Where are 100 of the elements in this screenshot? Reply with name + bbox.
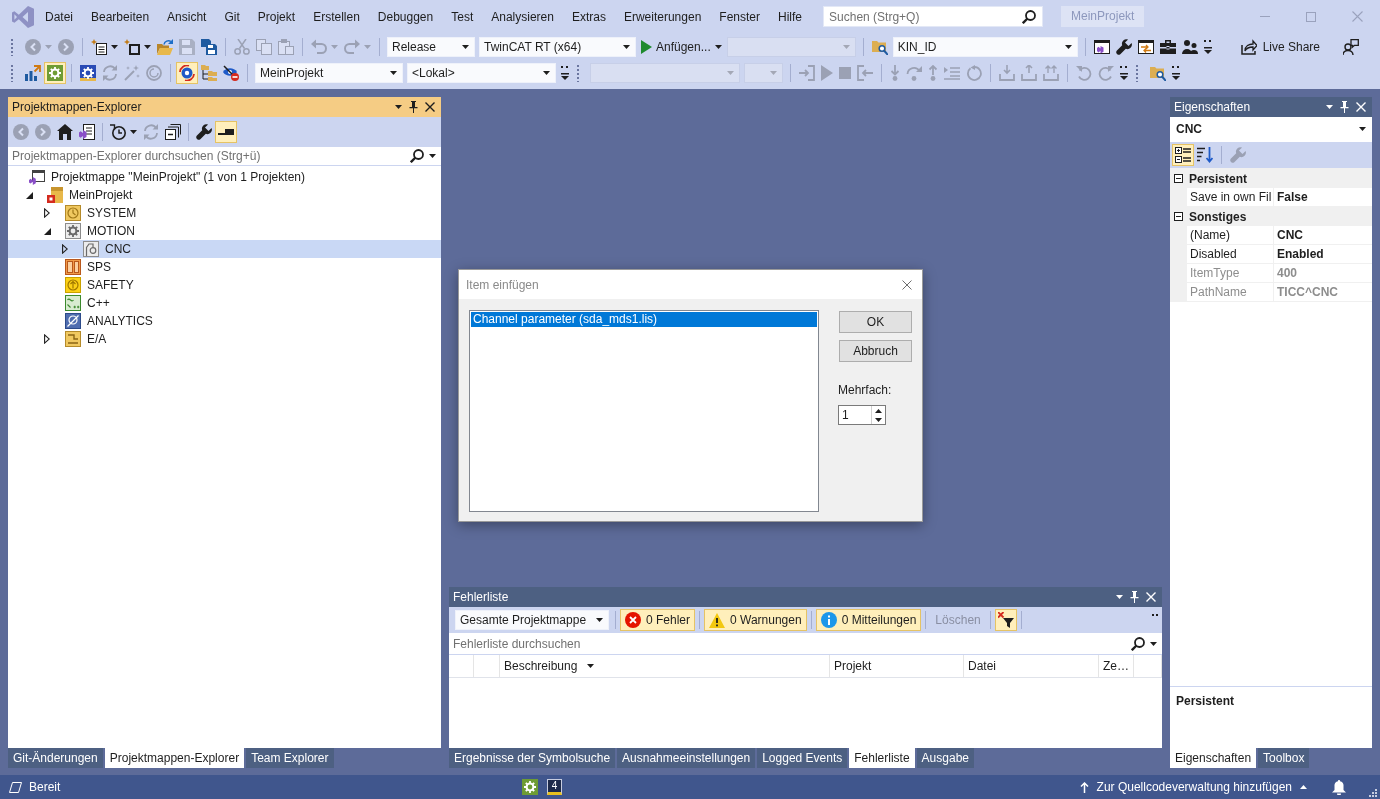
property-value[interactable]: Enabled <box>1274 245 1372 263</box>
category-header[interactable]: Sonstiges <box>1170 207 1372 226</box>
collapse-arrow-icon[interactable] <box>43 227 51 235</box>
caret-down-icon[interactable] <box>130 130 137 134</box>
people-icon[interactable] <box>1181 39 1198 55</box>
overflow-icon[interactable] <box>1203 40 1212 54</box>
expand-arrow-icon[interactable] <box>44 334 50 344</box>
dialog-button[interactable]: OK <box>839 311 912 333</box>
bar-chart-icon[interactable] <box>25 65 41 81</box>
folder-search-icon[interactable] <box>1150 65 1166 81</box>
caret-down-icon[interactable] <box>144 45 151 49</box>
folder-search-icon[interactable] <box>871 39 888 55</box>
list-box[interactable]: Channel parameter (sda_mds1.lis) <box>469 310 819 512</box>
wrench-icon[interactable] <box>1115 39 1132 55</box>
list-item[interactable]: Channel parameter (sda_mds1.lis) <box>471 312 817 327</box>
count-spinbox[interactable]: 1 <box>838 405 886 425</box>
tab[interactable]: Ausnahmeeinstellungen <box>617 748 756 768</box>
save-all-icon[interactable] <box>201 39 217 55</box>
pin-icon[interactable] <box>1340 101 1349 113</box>
toolbar-grip[interactable] <box>10 38 14 56</box>
tree-item[interactable]: ANALYTICS <box>8 312 441 330</box>
dropdown-caret-icon[interactable] <box>395 105 402 109</box>
menu-item[interactable]: Fenster <box>710 6 769 27</box>
pin-icon[interactable] <box>409 101 418 113</box>
pin-icon[interactable] <box>1130 591 1139 603</box>
tab[interactable]: Fehlerliste <box>849 748 915 768</box>
wrench-icon[interactable] <box>196 124 212 140</box>
expand-arrow-icon[interactable] <box>62 244 68 254</box>
tab[interactable]: Ausgabe <box>916 748 974 768</box>
property-value[interactable]: False <box>1274 188 1372 206</box>
column-header[interactable]: Ze… <box>1099 655 1134 677</box>
category-header[interactable]: Persistent <box>1170 169 1372 188</box>
menu-item[interactable]: Erstellen <box>304 6 369 27</box>
sort-down-icon[interactable] <box>1197 147 1213 163</box>
add-item-icon[interactable] <box>124 39 140 55</box>
tree-item[interactable]: CNC <box>8 240 441 258</box>
menu-item[interactable]: Bearbeiten <box>82 6 159 27</box>
menu-item[interactable]: Projekt <box>248 6 305 27</box>
menu-item[interactable]: Git <box>215 6 249 27</box>
close-icon[interactable] <box>425 102 435 112</box>
menu-item[interactable]: Analysieren <box>482 6 563 27</box>
person-speech-icon[interactable] <box>1343 39 1359 55</box>
column-header[interactable]: Projekt <box>830 655 964 677</box>
overflow-icon[interactable] <box>1172 66 1180 80</box>
dropdown[interactable]: KIN_ID <box>892 37 1078 57</box>
expand-arrow-icon[interactable] <box>44 208 50 218</box>
tab[interactable]: Toolbox <box>1258 748 1310 768</box>
tab[interactable]: Ergebnisse der Symbolsuche <box>449 748 616 768</box>
tab[interactable]: Git-Änderungen <box>8 748 103 768</box>
clock-icon[interactable] <box>110 124 126 140</box>
gear-tile-icon[interactable] <box>522 779 538 795</box>
spin-down-icon[interactable] <box>875 417 882 422</box>
filter-button[interactable]: 0 Fehler <box>620 609 696 631</box>
tree-item[interactable]: MOTION <box>8 222 441 240</box>
folder-tree-icon[interactable] <box>201 65 217 81</box>
menu-item[interactable]: Datei <box>36 6 82 27</box>
tree-item[interactable]: E/A <box>8 330 441 348</box>
caret-down-icon[interactable] <box>111 45 118 49</box>
window-arrows-icon[interactable] <box>1137 39 1154 55</box>
dropdown-caret-icon[interactable] <box>1326 105 1333 109</box>
column-header[interactable]: Beschreibung <box>500 655 830 677</box>
collapse-box-icon[interactable] <box>1174 174 1183 183</box>
tree-item[interactable]: SPS <box>8 258 441 276</box>
filter-button[interactable]: 0 Mitteilungen <box>815 609 922 631</box>
filter-button[interactable]: 0 Warnungen <box>704 609 807 631</box>
toolbox-icon[interactable] <box>1159 39 1176 55</box>
property-value[interactable]: CNC <box>1274 226 1372 244</box>
count-badge[interactable]: 4 <box>547 779 562 795</box>
dropdown-caret-icon[interactable] <box>1116 595 1123 599</box>
dropdown[interactable]: Release <box>387 37 475 57</box>
toolbar-grip[interactable] <box>1135 64 1139 82</box>
tree-item[interactable]: SYSTEM <box>8 204 441 222</box>
search-field[interactable]: Suchen (Strg+Q) <box>823 6 1044 27</box>
menu-item[interactable]: Debuggen <box>368 6 443 27</box>
bell-icon[interactable] <box>1332 779 1346 795</box>
document-switch-icon[interactable] <box>79 124 95 140</box>
source-control-button[interactable]: Zur Quellcodeverwaltung hinzufügen <box>1076 775 1310 799</box>
gear-tile-icon[interactable] <box>80 65 96 81</box>
tab[interactable]: Team Explorer <box>246 748 334 768</box>
tab[interactable]: Logged Events <box>757 748 848 768</box>
tree-item[interactable]: C++ <box>8 294 441 312</box>
dropdown[interactable]: <Lokal> <box>407 63 556 83</box>
caret-down-icon[interactable] <box>714 45 722 49</box>
tree-item[interactable]: MeinProjekt <box>8 186 441 204</box>
toggle-button[interactable] <box>215 121 237 143</box>
new-project-icon[interactable] <box>91 39 107 55</box>
overflow-icon[interactable] <box>1120 66 1128 80</box>
scope-dropdown[interactable]: Gesamte Projektmappe <box>455 610 609 630</box>
open-folder-icon[interactable] <box>157 39 173 55</box>
eye-off-icon[interactable] <box>223 65 239 81</box>
menu-item[interactable]: Erweiterungen <box>614 6 711 27</box>
collapse-box-icon[interactable] <box>1174 212 1183 221</box>
column-header[interactable]: Datei <box>964 655 1099 677</box>
home-icon[interactable] <box>57 124 73 140</box>
tree-item[interactable]: Projektmappe "MeinProjekt" (1 von 1 Projekten) <box>8 168 441 186</box>
dialog-button[interactable]: Abbruch <box>839 340 912 362</box>
share-button[interactable]: Live Share <box>1237 36 1323 58</box>
menu-item[interactable]: Extras <box>562 6 615 27</box>
start-button[interactable]: Anfügen... <box>638 36 725 58</box>
toolbar-grip[interactable] <box>576 64 580 82</box>
